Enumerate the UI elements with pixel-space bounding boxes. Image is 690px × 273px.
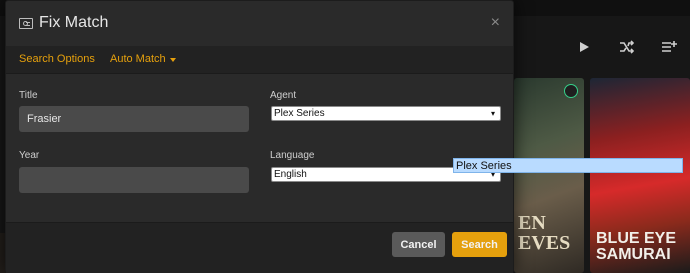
- poster-title: EN EVES: [518, 212, 571, 254]
- tab-auto-match-label: Auto Match: [110, 53, 166, 65]
- dialog-title: Fix Match: [39, 14, 109, 31]
- agent-select[interactable]: Plex Series ▾: [271, 106, 501, 121]
- agent-label: Agent: [270, 90, 297, 101]
- poster-row: EN EVES BLUE EYE SAMURAI: [514, 78, 690, 273]
- poster-card[interactable]: EN EVES: [514, 78, 584, 273]
- id-card-icon: [19, 18, 33, 29]
- agent-dropdown-option[interactable]: Plex Series: [453, 158, 683, 173]
- close-icon[interactable]: ×: [491, 14, 500, 32]
- language-select-value: English: [274, 169, 307, 180]
- poster-title: BLUE EYE SAMURAI: [596, 230, 677, 263]
- tab-search-options[interactable]: Search Options: [19, 53, 95, 65]
- cancel-button[interactable]: Cancel: [392, 232, 445, 257]
- shuffle-icon[interactable]: [616, 36, 638, 58]
- search-button[interactable]: Search: [452, 232, 507, 257]
- fix-match-dialog: Fix Match × Search Options Auto Match Ti…: [5, 0, 514, 273]
- play-icon[interactable]: [573, 36, 595, 58]
- language-label: Language: [270, 150, 315, 161]
- year-label: Year: [19, 150, 40, 161]
- title-input[interactable]: Frasier: [19, 106, 249, 132]
- watched-check-icon: [564, 84, 578, 98]
- title-label: Title: [19, 90, 38, 101]
- poster-card[interactable]: BLUE EYE SAMURAI: [590, 78, 690, 273]
- queue-icon[interactable]: [658, 36, 680, 58]
- chevron-down-icon: ▾: [490, 108, 495, 118]
- dialog-header: Fix Match ×: [6, 1, 513, 46]
- chevron-down-icon: [169, 57, 176, 62]
- options-tabbar: Search Options Auto Match: [6, 46, 513, 74]
- agent-select-value: Plex Series: [274, 108, 325, 119]
- tab-auto-match[interactable]: Auto Match: [110, 53, 176, 65]
- year-input[interactable]: [19, 167, 249, 193]
- background-toolbar: [510, 36, 690, 66]
